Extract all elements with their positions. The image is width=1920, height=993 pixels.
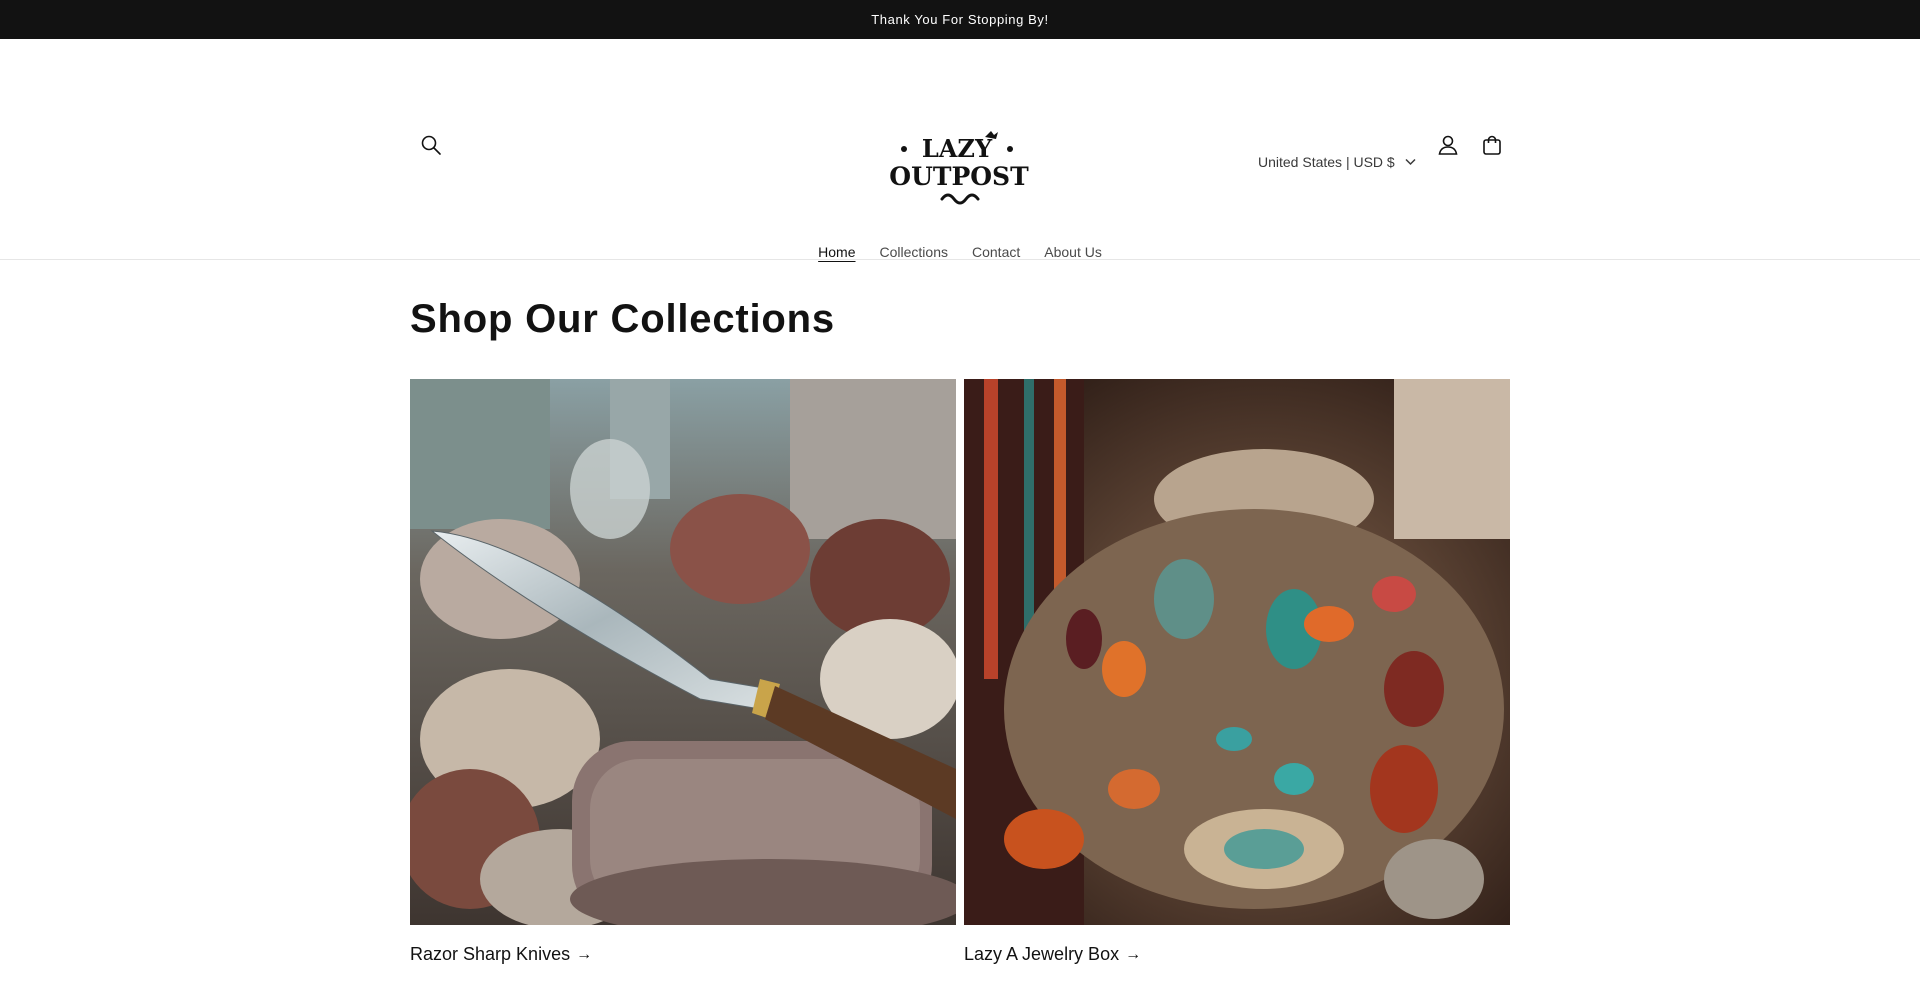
section-title: Shop Our Collections (410, 297, 835, 341)
collection-title: Razor Sharp Knives (410, 944, 571, 964)
country-currency-selector[interactable]: United States | USD $ (1258, 150, 1416, 174)
announcement-bar: Thank You For Stopping By! (0, 0, 1920, 39)
cart-icon (1483, 135, 1501, 155)
logo-line2: OUTPOST (890, 162, 1029, 191)
announcement-text: Thank You For Stopping By! (871, 12, 1049, 27)
site-logo[interactable]: LAZY OUTPOST (889, 127, 1030, 209)
cart-button[interactable] (1470, 123, 1514, 167)
account-button[interactable] (1426, 123, 1470, 167)
nav-item-home[interactable]: Home (806, 240, 867, 264)
collection-image-jewelry[interactable] (964, 379, 1510, 925)
main-navigation: Home Collections Contact About Us (0, 240, 1920, 264)
logo-line1: LAZY (922, 134, 993, 163)
arrow-right-icon: → (576, 945, 593, 963)
search-icon (421, 135, 441, 155)
collection-title: Lazy A Jewelry Box (964, 944, 1120, 964)
chevron-down-icon (1405, 158, 1416, 166)
country-selector-label: United States | USD $ (1258, 154, 1395, 170)
site-header: LAZY OUTPOST United States | USD $ Home … (0, 39, 1920, 260)
nav-item-about-us[interactable]: About Us (1032, 240, 1114, 264)
collection-link-jewelry[interactable]: Lazy A Jewelry Box → (964, 944, 1510, 965)
account-icon (1438, 135, 1458, 155)
nav-item-contact[interactable]: Contact (960, 240, 1032, 264)
nav-item-collections[interactable]: Collections (868, 240, 960, 264)
collection-card-knives[interactable]: Razor Sharp Knives → (410, 379, 956, 965)
search-button[interactable] (409, 123, 453, 167)
collection-card-jewelry[interactable]: Lazy A Jewelry Box → (964, 379, 1510, 965)
collection-link-knives[interactable]: Razor Sharp Knives → (410, 944, 956, 965)
collection-image-knives[interactable] (410, 379, 956, 925)
arrow-right-icon: → (1125, 945, 1142, 963)
